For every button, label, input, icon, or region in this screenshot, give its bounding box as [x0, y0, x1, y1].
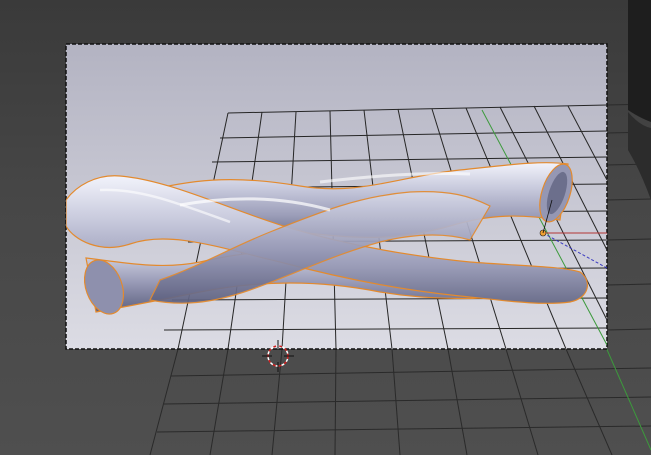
3d-viewport[interactable]: [0, 0, 651, 455]
side-object: [628, 0, 651, 122]
side-object-edge: [628, 112, 651, 200]
